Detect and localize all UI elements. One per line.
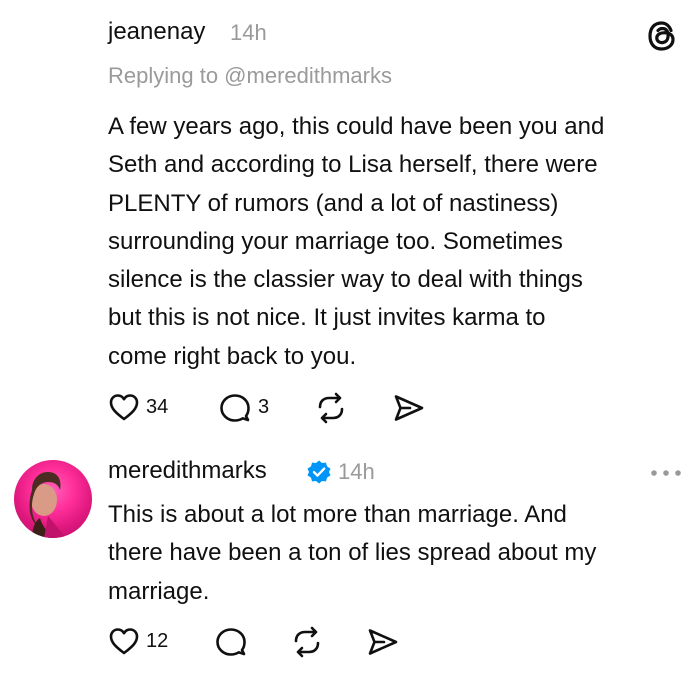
post2-timestamp: 14h — [338, 459, 375, 484]
like-count: 12 — [146, 630, 169, 652]
post2-body: This is about a lot more than marriage. … — [108, 496, 678, 611]
post1-timestamp: 14h — [230, 20, 267, 45]
post1-body-line: but this is not nice. It just invites ka… — [108, 304, 546, 332]
verified-badge-icon — [306, 459, 332, 485]
replying-to-label: Replying to @meredithmarks — [108, 63, 392, 88]
post1-body-line: come right back to you. — [108, 342, 357, 370]
avatar[interactable] — [14, 460, 92, 538]
threads-logo-icon[interactable] — [644, 18, 680, 54]
like-count: 34 — [146, 396, 169, 418]
share-button[interactable] — [366, 626, 400, 658]
like-button[interactable] — [108, 392, 140, 422]
reply-button[interactable] — [214, 626, 248, 658]
post2-body-line: marriage. — [108, 577, 210, 605]
heart-icon — [109, 394, 139, 421]
heart-icon — [109, 628, 139, 655]
repost-button[interactable] — [314, 392, 348, 424]
reply-count: 3 — [258, 396, 270, 418]
share-icon — [394, 395, 424, 421]
post1-username[interactable]: jeanenay — [108, 18, 205, 46]
post2-body-line: there have been a ton of lies spread abo… — [108, 539, 597, 567]
post1-body-line: A few years ago, this could have been yo… — [108, 113, 605, 140]
post2-username[interactable]: meredithmarks — [108, 457, 267, 485]
repost-button[interactable] — [290, 626, 324, 658]
repost-icon — [294, 626, 320, 658]
post1-body-line: surrounding your marriage too. Sometimes — [108, 227, 563, 255]
comment-icon — [216, 628, 246, 656]
share-icon — [368, 629, 398, 655]
post1-body-line: PLENTY of rumors (and a lot of nastiness… — [108, 189, 559, 217]
post2-body-line: This is about a lot more than marriage. … — [108, 501, 567, 528]
post1-body-line: Seth and according to Lisa herself, ther… — [108, 151, 598, 179]
share-button[interactable] — [392, 392, 426, 424]
reply-button[interactable] — [218, 392, 252, 424]
repost-icon — [318, 392, 344, 424]
post1-body: A few years ago, this could have been yo… — [108, 108, 678, 376]
like-button[interactable] — [108, 626, 140, 656]
comment-icon — [220, 394, 250, 422]
more-options-icon[interactable] — [648, 466, 684, 478]
post1-body-line: silence is the classier way to deal with… — [108, 266, 583, 294]
